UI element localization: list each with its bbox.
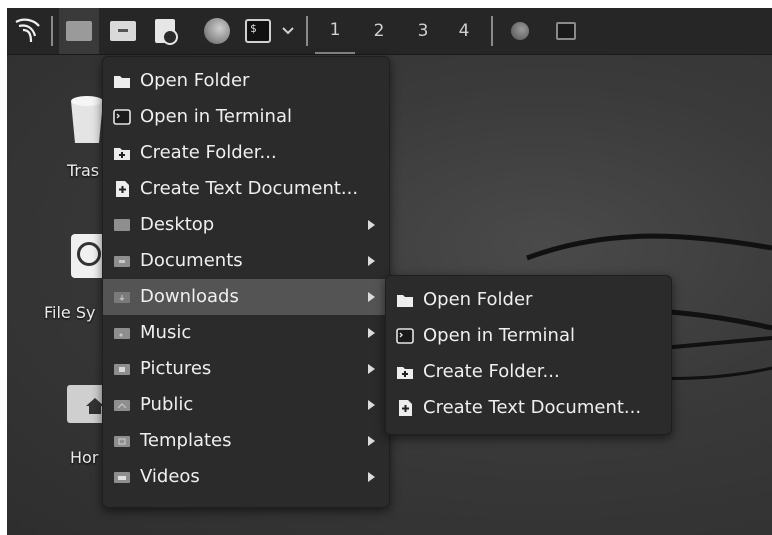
firefox-icon[interactable] [197, 8, 237, 54]
downloads-folder-icon [113, 289, 131, 305]
terminal-icon[interactable]: $ [243, 8, 273, 54]
menu-item-label: Documents [140, 250, 243, 271]
submenu-arrow-icon [368, 364, 375, 374]
home-label: Hor [70, 448, 99, 467]
menu-item-downloads[interactable]: Downloads [103, 279, 389, 315]
panel-separator [306, 16, 308, 46]
documents-folder-icon [113, 253, 131, 269]
desktop[interactable]: $ 1 2 3 4 Tras File Sy Hor Open Folder O… [7, 8, 772, 535]
submenu-arrow-icon [368, 436, 375, 446]
show-desktop-icon[interactable] [59, 8, 99, 54]
menu-item-open-folder[interactable]: Open Folder [103, 63, 389, 99]
menu-item-documents[interactable]: Documents [103, 243, 389, 279]
chevron-down-icon[interactable] [277, 8, 299, 54]
menu-item-templates[interactable]: Templates [103, 423, 389, 459]
submenu-item-create-folder[interactable]: Create Folder... [386, 354, 671, 390]
menu-item-pictures[interactable]: Pictures [103, 351, 389, 387]
text-editor-icon[interactable] [147, 8, 183, 54]
submenu-arrow-icon [368, 256, 375, 266]
terminal-icon [396, 328, 414, 344]
menu-item-label: Open Folder [140, 70, 250, 91]
trash-icon[interactable] [69, 93, 105, 145]
submenu-arrow-icon [368, 292, 375, 302]
new-document-icon [396, 400, 414, 416]
kali-dragon-menu-icon[interactable] [9, 8, 47, 54]
menu-item-desktop[interactable]: Desktop [103, 207, 389, 243]
templates-folder-icon [113, 433, 131, 449]
workspace-4[interactable]: 4 [444, 8, 484, 54]
submenu-arrow-icon [368, 400, 375, 410]
new-folder-icon [113, 145, 131, 161]
menu-item-label: Create Text Document... [423, 397, 642, 418]
menu-item-label: Templates [140, 430, 232, 451]
workspace-1[interactable]: 1 [315, 8, 355, 54]
terminal-task-icon[interactable] [551, 8, 581, 54]
menu-item-label: Open in Terminal [140, 106, 292, 127]
submenu-arrow-icon [368, 328, 375, 338]
videos-folder-icon [113, 469, 131, 485]
public-folder-icon [113, 397, 131, 413]
menu-item-create-text-document[interactable]: Create Text Document... [103, 171, 389, 207]
menu-item-label: Music [140, 322, 192, 343]
firefox-task-icon[interactable] [505, 8, 535, 54]
menu-item-label: Videos [140, 466, 200, 487]
menu-item-label: Desktop [140, 214, 215, 235]
workspace-label: 1 [329, 20, 341, 40]
submenu-item-create-text-document[interactable]: Create Text Document... [386, 390, 671, 426]
menu-item-label: Open Folder [423, 289, 533, 310]
menu-item-videos[interactable]: Videos [103, 459, 389, 495]
file-manager-icon[interactable] [105, 8, 141, 54]
menu-item-create-folder[interactable]: Create Folder... [103, 135, 389, 171]
workspace-2[interactable]: 2 [359, 8, 399, 54]
file-system-label: File Sy [44, 303, 96, 322]
workspace-3[interactable]: 3 [403, 8, 443, 54]
workspace-label: 2 [373, 21, 385, 41]
menu-item-music[interactable]: Music [103, 315, 389, 351]
new-folder-icon [396, 364, 414, 380]
pictures-folder-icon [113, 361, 131, 377]
terminal-icon [113, 109, 131, 125]
submenu-item-open-folder[interactable]: Open Folder [386, 282, 671, 318]
workspace-label: 3 [417, 21, 429, 41]
submenu-arrow-icon [368, 220, 375, 230]
desktop-folder-icon [113, 217, 131, 233]
top-panel: $ 1 2 3 4 [7, 8, 772, 55]
panel-separator [491, 16, 493, 46]
menu-item-label: Pictures [140, 358, 212, 379]
workspace-label: 4 [458, 21, 470, 41]
downloads-submenu: Open Folder Open in Terminal Create Fold… [385, 275, 672, 435]
menu-item-label: Open in Terminal [423, 325, 575, 346]
menu-item-label: Create Folder... [423, 361, 560, 382]
panel-separator [51, 16, 53, 46]
menu-item-open-in-terminal[interactable]: Open in Terminal [103, 99, 389, 135]
menu-item-public[interactable]: Public [103, 387, 389, 423]
menu-item-label: Public [140, 394, 194, 415]
submenu-item-open-in-terminal[interactable]: Open in Terminal [386, 318, 671, 354]
menu-item-label: Create Text Document... [140, 178, 359, 199]
menu-item-label: Create Folder... [140, 142, 277, 163]
folder-icon [396, 292, 414, 308]
trash-label: Tras [67, 161, 100, 180]
menu-item-label: Downloads [140, 286, 239, 307]
folder-icon [113, 73, 131, 89]
desktop-context-menu: Open Folder Open in Terminal Create Fold… [102, 56, 390, 508]
new-document-icon [113, 181, 131, 197]
music-folder-icon [113, 325, 131, 341]
submenu-arrow-icon [368, 472, 375, 482]
